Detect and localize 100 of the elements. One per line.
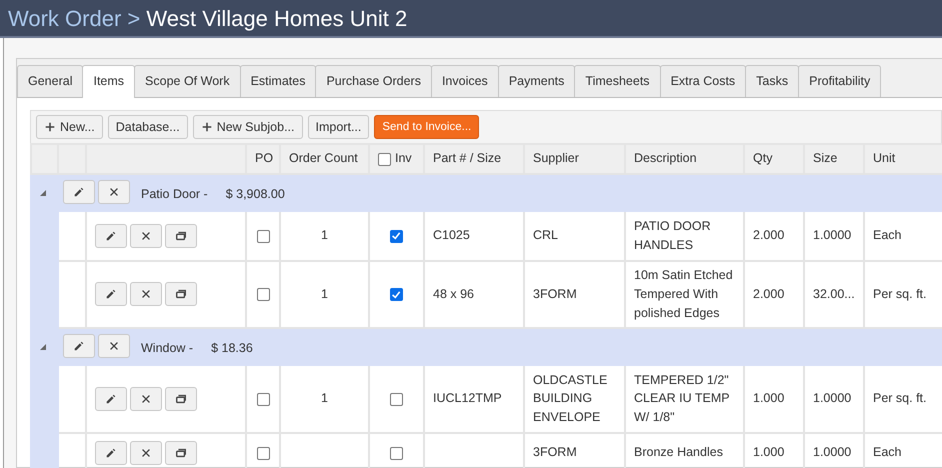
tab[interactable]: Invoices (430, 65, 499, 97)
table-cell: 1.0000 (813, 445, 852, 460)
check-icon (391, 230, 402, 242)
edit-button[interactable] (63, 334, 95, 358)
copy-icon (175, 230, 187, 242)
copy-button[interactable] (165, 440, 197, 465)
close-icon (140, 446, 152, 459)
tab[interactable]: Estimates (240, 65, 316, 97)
delete-button[interactable] (98, 180, 130, 204)
expand-icon[interactable] (40, 190, 46, 196)
table-cell: PATIO DOOR HANDLES (634, 219, 711, 252)
table-cell: 3FORM (533, 445, 577, 460)
table-cell: 1.000 (753, 391, 784, 406)
pencil-icon (105, 446, 117, 459)
checkbox[interactable] (390, 392, 403, 406)
toolbar-button[interactable]: Import... (308, 114, 370, 139)
column-header: Description (634, 151, 697, 166)
tab[interactable]: Payments (498, 65, 576, 97)
tab[interactable]: Tasks (745, 65, 800, 97)
tab[interactable]: Items (82, 65, 136, 98)
close-icon (108, 340, 120, 352)
table-cell: 1 (321, 228, 328, 242)
checkbox[interactable] (256, 288, 270, 302)
table-cell: 48 x 96 (433, 286, 474, 301)
tab[interactable]: Scope Of Work (134, 65, 241, 97)
checkbox[interactable] (256, 392, 270, 406)
tab[interactable]: Extra Costs (660, 65, 746, 97)
delete-button[interactable] (130, 282, 162, 306)
delete-button[interactable] (130, 224, 162, 248)
checkbox[interactable] (256, 230, 270, 243)
copy-icon (175, 288, 187, 300)
column-header: Supplier (533, 151, 579, 166)
table-cell: OLDCASTLE BUILDING ENVELOPE (533, 372, 608, 424)
close-icon (140, 392, 152, 405)
column-header: Part # / Size (433, 151, 502, 166)
delete-button[interactable] (98, 334, 130, 358)
toolbar-button[interactable]: New... (36, 114, 103, 139)
edit-button[interactable] (95, 224, 127, 248)
edit-button[interactable] (63, 180, 95, 204)
checkbox[interactable] (378, 152, 391, 166)
table-cell: 3FORM (533, 286, 577, 301)
column-header: Size (813, 151, 838, 166)
table-cell: TEMPERED 1/2" CLEAR IU TEMP W/ 1/8" (634, 372, 730, 424)
breadcrumb-link[interactable]: Work Order > (8, 6, 140, 31)
copy-button[interactable] (165, 224, 197, 248)
expand-icon[interactable] (40, 344, 46, 350)
table-cell: 1.000 (753, 445, 784, 460)
table-cell: 32.00... (813, 286, 855, 301)
table-cell: 1.0000 (813, 228, 852, 242)
table-cell: Per sq. ft. (873, 391, 926, 406)
toolbar-button[interactable]: New Subjob... (192, 114, 303, 139)
column-header: Order Count (289, 151, 358, 166)
table-cell: CRL (533, 228, 558, 242)
tab[interactable]: Timesheets (574, 65, 661, 97)
checkbox[interactable] (256, 446, 270, 460)
table-cell: 1 (321, 286, 328, 301)
table-cell: Each (873, 228, 902, 242)
pencil-icon (73, 340, 85, 352)
table-cell: 10m Satin Etched Tempered With polished Edges (634, 268, 733, 320)
table-cell: 2.000 (753, 228, 784, 242)
column-header: Qty (753, 151, 772, 166)
delete-button[interactable] (130, 440, 162, 465)
plus-icon (200, 120, 213, 133)
table-cell: Bronze Handles (634, 445, 723, 460)
pencil-icon (73, 186, 85, 198)
tab[interactable]: General (17, 65, 84, 97)
tab[interactable]: Profitability (798, 65, 882, 97)
table-cell: 2.000 (753, 286, 784, 301)
close-icon (140, 230, 152, 242)
close-icon (108, 186, 120, 198)
delete-button[interactable] (130, 386, 162, 411)
group-total: $ 3,908.00 (226, 187, 285, 202)
table-cell: C1025 (433, 228, 470, 242)
column-header: PO (255, 151, 274, 166)
checkbox[interactable] (390, 446, 403, 460)
table-cell: 1 (321, 391, 328, 406)
table-cell: Per sq. ft. (873, 286, 926, 301)
copy-button[interactable] (165, 386, 197, 411)
pencil-icon (105, 288, 117, 300)
group-name: Patio Door - (141, 187, 208, 202)
copy-button[interactable] (165, 282, 197, 306)
column-header: Unit (873, 151, 896, 166)
table-cell: Each (873, 445, 902, 460)
copy-icon (175, 446, 187, 459)
edit-button[interactable] (95, 386, 127, 411)
copy-icon (175, 392, 187, 405)
toolbar-button[interactable]: Database... (108, 114, 188, 139)
pencil-icon (105, 392, 117, 405)
check-icon (391, 288, 402, 301)
pencil-icon (105, 230, 117, 242)
checkbox[interactable] (390, 230, 403, 243)
close-icon (140, 288, 152, 300)
checkbox[interactable] (390, 288, 403, 302)
edit-button[interactable] (95, 440, 127, 465)
group-name: Window - (141, 341, 194, 356)
column-header: Inv (395, 151, 412, 166)
tab[interactable]: Purchase Orders (315, 65, 432, 97)
table-cell: 1.0000 (813, 391, 852, 406)
edit-button[interactable] (95, 282, 127, 306)
plus-icon (44, 120, 56, 133)
